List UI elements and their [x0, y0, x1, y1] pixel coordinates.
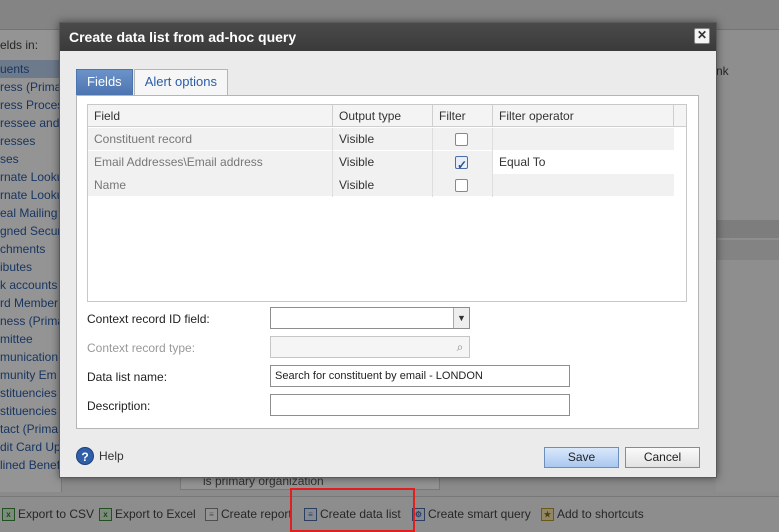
- description-input[interactable]: [270, 394, 570, 416]
- tab-fields[interactable]: Fields: [76, 69, 133, 95]
- filter-cell: [433, 151, 493, 177]
- data-list-name-input[interactable]: [270, 365, 570, 387]
- filter-operator-cell[interactable]: [493, 174, 674, 197]
- tab-alert-options[interactable]: Alert options: [133, 69, 228, 95]
- dialog-title: Create data list from ad-hoc query: [69, 29, 297, 45]
- data-list-name-label: Data list name:: [87, 370, 168, 384]
- filter-checkbox[interactable]: [455, 133, 468, 146]
- table-row[interactable]: Name Visible: [88, 174, 674, 197]
- cancel-button[interactable]: Cancel: [625, 447, 700, 468]
- chevron-down-icon[interactable]: ▼: [453, 308, 469, 328]
- output-type-cell[interactable]: Visible: [333, 174, 433, 197]
- highlight-annotation: [290, 488, 415, 532]
- dialog-tabs: Fields Alert options: [76, 69, 229, 95]
- filter-cell: [433, 174, 493, 197]
- column-header-field[interactable]: Field: [88, 105, 333, 127]
- close-icon[interactable]: ✕: [694, 28, 710, 44]
- context-record-id-label: Context record ID field:: [87, 312, 210, 326]
- save-button[interactable]: Save: [544, 447, 619, 468]
- help-label: Help: [99, 449, 124, 463]
- field-cell: Name: [88, 174, 333, 197]
- context-record-id-select[interactable]: ▼: [270, 307, 470, 329]
- context-record-type-label: Context record type:: [87, 341, 196, 355]
- output-type-cell[interactable]: Visible: [333, 128, 433, 151]
- column-header-filter-operator[interactable]: Filter operator: [493, 105, 674, 127]
- filter-cell: [433, 128, 493, 151]
- filter-operator-cell[interactable]: Equal To: [493, 151, 674, 174]
- help-link[interactable]: ? Help: [76, 447, 124, 465]
- column-header-filter[interactable]: Filter: [433, 105, 493, 127]
- filter-operator-cell[interactable]: [493, 128, 674, 151]
- search-icon: ⌕: [456, 340, 464, 354]
- dialog-footer: ? Help Save Cancel: [60, 437, 716, 477]
- dialog-body: Fields Alert options Field Output type F…: [76, 69, 699, 433]
- table-row[interactable]: Email Addresses\Email address Visible Eq…: [88, 151, 674, 177]
- context-record-type-field: ⌕: [270, 336, 470, 358]
- column-header-output-type[interactable]: Output type: [333, 105, 433, 127]
- filter-checkbox[interactable]: [455, 179, 468, 192]
- field-cell: Constituent record: [88, 128, 333, 151]
- dialog-titlebar: Create data list from ad-hoc query ✕: [60, 23, 716, 51]
- description-label: Description:: [87, 399, 151, 413]
- help-icon: ?: [76, 447, 94, 465]
- create-data-list-dialog: Create data list from ad-hoc query ✕ Fie…: [59, 22, 717, 478]
- fields-grid: Field Output type Filter Filter operator…: [87, 104, 687, 302]
- grid-header: Field Output type Filter Filter operator: [88, 105, 686, 127]
- filter-checkbox[interactable]: [455, 154, 468, 177]
- field-cell: Email Addresses\Email address: [88, 151, 333, 174]
- output-type-cell[interactable]: Visible: [333, 151, 433, 174]
- table-row[interactable]: Constituent record Visible: [88, 128, 674, 151]
- fields-tab-panel: Field Output type Filter Filter operator…: [76, 95, 699, 429]
